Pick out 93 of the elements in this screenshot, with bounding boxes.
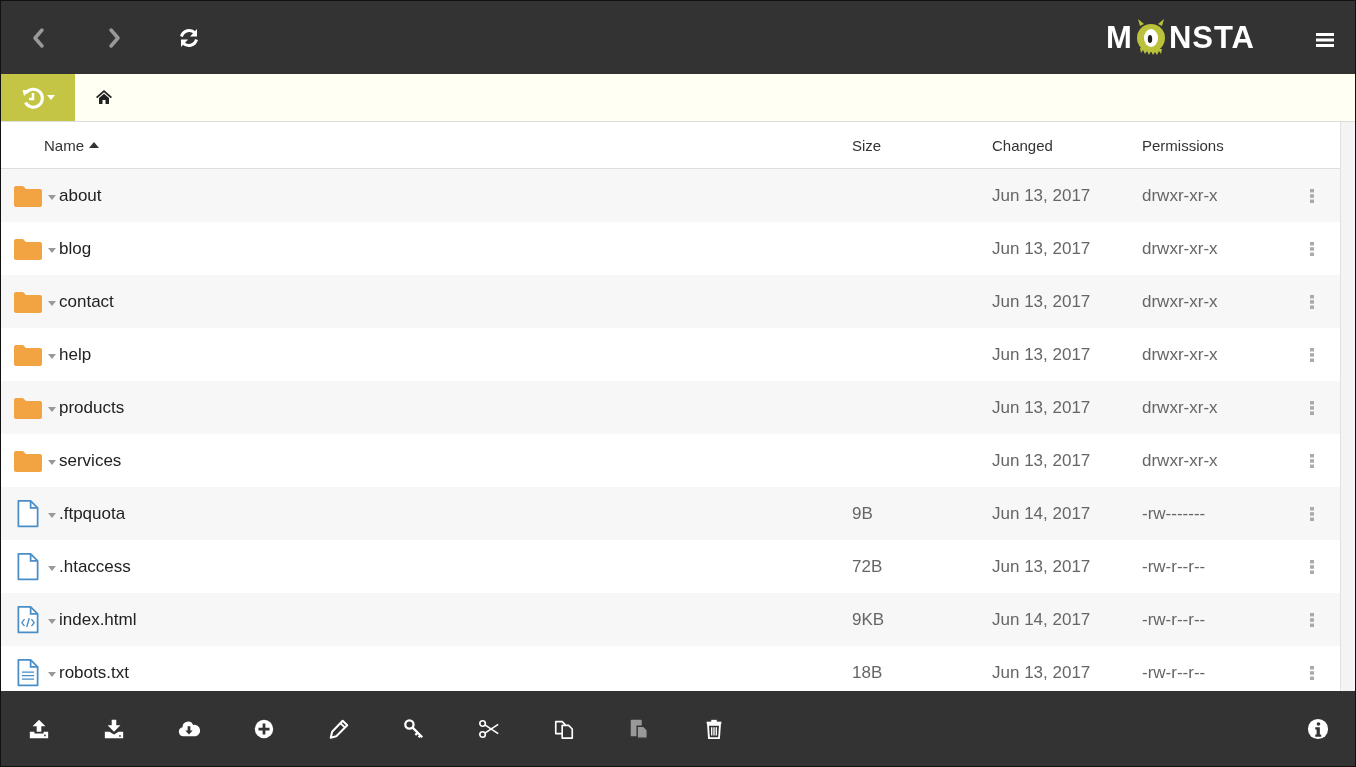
folder-icon [14, 290, 42, 313]
permissions-cell-text: -rw-r--r-- [1142, 609, 1207, 630]
size-cell-text: 9B [852, 503, 874, 524]
file-name[interactable]: .ftpquota [59, 503, 126, 524]
date-cell-text: Jun 14, 2017 [992, 503, 1092, 524]
logo-text: NSTA [1168, 19, 1255, 56]
more-button[interactable] [1310, 241, 1314, 256]
size-cell-text: 18B [852, 662, 884, 683]
date-cell-text: Jun 13, 2017 [992, 185, 1092, 206]
more-icon [1310, 400, 1314, 415]
caret-icon[interactable] [48, 619, 56, 624]
date-cell-text: Jun 14, 2017 [992, 609, 1092, 630]
history-icon [21, 85, 45, 110]
caret-icon[interactable] [48, 407, 56, 412]
file-name[interactable]: index.html [59, 609, 137, 630]
permissions-cell-text: -rw-r--r-- [1142, 556, 1207, 577]
caret-icon[interactable] [48, 566, 56, 571]
size-cell-text: 9KB [852, 609, 886, 630]
more-button[interactable] [1310, 665, 1314, 680]
more-icon [1310, 241, 1314, 256]
date-cell-text: Jun 13, 2017 [992, 556, 1092, 577]
folder-icon [14, 343, 42, 366]
file-name[interactable]: blog [59, 238, 92, 259]
column-header[interactable]: Changed [992, 136, 1053, 154]
permissions-cell-text: drwxr-xr-x [1142, 185, 1219, 206]
file-name[interactable]: help [59, 344, 92, 365]
folder-icon [14, 396, 42, 419]
info-icon [1307, 717, 1329, 740]
folder-icon [14, 449, 42, 472]
more-button[interactable] [1310, 294, 1314, 309]
caret-icon[interactable] [48, 672, 56, 677]
scissors-icon [478, 717, 500, 740]
more-button[interactable] [1310, 400, 1314, 415]
file-name[interactable]: contact [59, 291, 114, 312]
file-name[interactable]: robots.txt [59, 662, 129, 683]
caret-icon[interactable] [48, 513, 56, 518]
upload-icon [28, 717, 50, 740]
size-cell-text: 72B [852, 556, 884, 577]
more-button[interactable] [1310, 453, 1314, 468]
permissions-cell-text: drwxr-xr-x [1142, 238, 1219, 259]
folder-icon [14, 237, 42, 260]
paste-icon [628, 717, 650, 740]
caret-icon[interactable] [48, 248, 56, 253]
file-icon [15, 499, 41, 528]
date-cell-text: Jun 13, 2017 [992, 397, 1092, 418]
file-name[interactable]: services [59, 450, 122, 471]
file-name[interactable]: .htaccess [59, 556, 131, 577]
date-cell-text: Jun 13, 2017 [992, 450, 1092, 471]
more-icon [1310, 347, 1314, 362]
plus-circle-icon [253, 717, 275, 740]
date-cell-text: Jun 13, 2017 [992, 344, 1092, 365]
more-icon [1310, 506, 1314, 521]
more-icon [1310, 559, 1314, 574]
more-icon [1310, 188, 1314, 203]
file-icon [15, 552, 41, 581]
caret-icon[interactable] [48, 354, 56, 359]
more-icon [1310, 612, 1314, 627]
logo-text: M [1106, 19, 1133, 56]
caret-icon[interactable] [48, 301, 56, 306]
permissions-cell-text: drwxr-xr-x [1142, 291, 1219, 312]
key-icon [403, 717, 425, 740]
caret-icon[interactable] [48, 195, 56, 200]
more-button[interactable] [1310, 559, 1314, 574]
more-button[interactable] [1310, 188, 1314, 203]
date-cell-text: Jun 13, 2017 [992, 662, 1092, 683]
code-file-icon [15, 605, 41, 634]
history-button[interactable] [1, 74, 75, 121]
date-cell-text: Jun 13, 2017 [992, 238, 1092, 259]
more-button[interactable] [1310, 506, 1314, 521]
more-icon [1310, 453, 1314, 468]
permissions-cell-text: -rw------- [1142, 503, 1207, 524]
more-button[interactable] [1310, 347, 1314, 362]
home-icon [96, 90, 112, 104]
file-name[interactable]: products [59, 397, 125, 418]
home-button[interactable] [95, 90, 113, 106]
pencil-icon [328, 717, 350, 740]
caret-icon [47, 95, 55, 100]
date-cell-text: Jun 13, 2017 [992, 291, 1092, 312]
file-name[interactable]: about [59, 185, 102, 206]
permissions-cell-text: drwxr-xr-x [1142, 344, 1219, 365]
column-header[interactable]: Size [852, 136, 882, 154]
folder-icon [14, 184, 42, 207]
permissions-cell-text: drwxr-xr-x [1142, 397, 1219, 418]
column-header[interactable]: Name [44, 136, 84, 154]
text-file-icon [15, 658, 41, 687]
more-button[interactable] [1310, 612, 1314, 627]
more-icon [1310, 294, 1314, 309]
caret-icon[interactable] [48, 460, 56, 465]
permissions-cell-text: -rw-r--r-- [1142, 662, 1207, 683]
download-icon [103, 717, 125, 740]
column-header[interactable]: Permissions [1142, 136, 1224, 154]
more-icon [1310, 665, 1314, 680]
permissions-cell-text: drwxr-xr-x [1142, 450, 1219, 471]
